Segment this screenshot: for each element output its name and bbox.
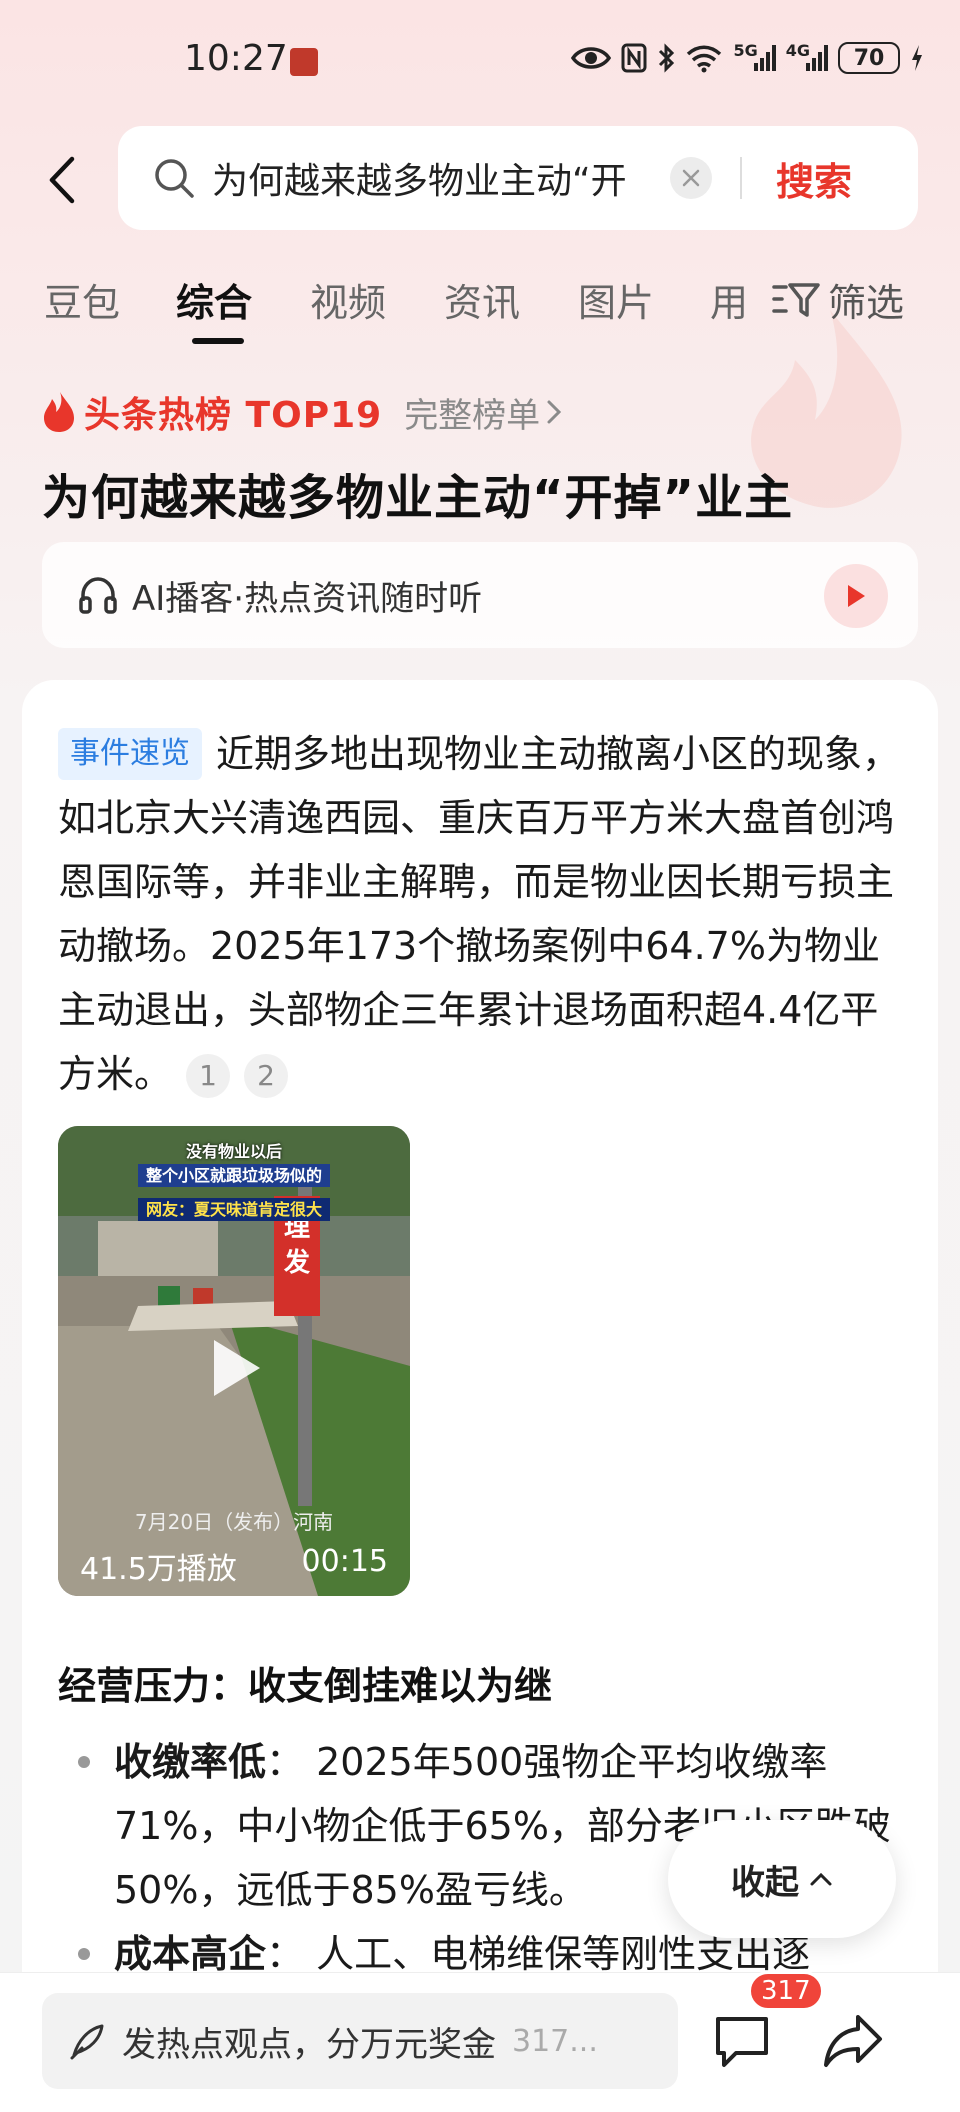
app-notification-icon bbox=[290, 48, 318, 76]
chevron-up-icon bbox=[810, 1872, 832, 1886]
flame-icon bbox=[44, 392, 74, 432]
tab-video[interactable]: 视频 bbox=[310, 272, 386, 327]
video-views: 41.5万播放 bbox=[80, 1552, 237, 1587]
video-caption-2: 整个小区就跟垃圾场似的 bbox=[58, 1162, 410, 1187]
status-bar: 10:27 5G 4G 70 bbox=[0, 0, 960, 120]
chevron-left-icon bbox=[49, 156, 75, 204]
video-duration: 00:15 bbox=[301, 1544, 388, 1579]
video-play-icon[interactable] bbox=[208, 1336, 264, 1400]
reference-1[interactable]: 1 bbox=[186, 1054, 231, 1098]
back-button[interactable] bbox=[36, 150, 86, 210]
active-tab-indicator bbox=[192, 338, 244, 344]
filter-button[interactable]: 筛选 bbox=[772, 272, 904, 327]
bluetooth-icon bbox=[659, 43, 675, 73]
podcast-play-button[interactable] bbox=[824, 564, 888, 628]
play-icon bbox=[848, 585, 865, 607]
video-caption-3: 网友：夏天味道肯定很大 bbox=[58, 1196, 410, 1221]
search-button[interactable]: 搜索 bbox=[776, 151, 852, 206]
search-input[interactable]: 为何越来越多物业主动“开 bbox=[212, 152, 662, 204]
comment-icon[interactable] bbox=[712, 2011, 772, 2071]
video-thumbnail[interactable]: 理 发 没有物业以后 整个小区就跟垃圾场似的 网友：夏天味道肯定很大 7月20日… bbox=[58, 1126, 410, 1596]
close-icon bbox=[682, 169, 700, 187]
full-list-link[interactable]: 完整榜单 bbox=[404, 388, 562, 437]
search-divider bbox=[740, 157, 742, 199]
bullet-text: ： 人工、电梯维保等刚性支出逐 bbox=[266, 1932, 811, 1976]
bullet-dot bbox=[78, 1756, 90, 1768]
signal-4g-icon: 4G bbox=[786, 41, 828, 71]
filter-label: 筛选 bbox=[828, 281, 905, 325]
comment-count: 317... bbox=[512, 2023, 598, 2059]
comment-placeholder: 发热点观点，分万元奖金 bbox=[122, 2024, 496, 2065]
search-row: 为何越来越多物业主动“开 搜索 bbox=[0, 124, 960, 234]
status-time: 10:27 bbox=[184, 38, 288, 79]
event-tag: 事件速览 bbox=[58, 728, 202, 780]
full-list-label: 完整榜单 bbox=[404, 395, 541, 436]
reference-2[interactable]: 2 bbox=[244, 1054, 289, 1098]
collapse-button[interactable]: 收起 bbox=[668, 1820, 896, 1938]
bullet-heading: 收缴率低 bbox=[114, 1740, 267, 1784]
headphones-icon bbox=[79, 577, 117, 614]
eye-icon bbox=[571, 47, 612, 69]
svg-text:发: 发 bbox=[283, 1247, 310, 1278]
video-date-location: 7月20日（发布）河南 bbox=[134, 1510, 334, 1534]
comment-count-badge: 317 bbox=[748, 1971, 824, 2011]
search-box[interactable]: 为何越来越多物业主动“开 搜索 bbox=[118, 126, 918, 230]
search-tabs: 豆包 综合 视频 资讯 图片 用 筛选 bbox=[0, 262, 960, 352]
video-caption-3-text: 网友：夏天味道肯定很大 bbox=[137, 1198, 330, 1221]
bullet-dot bbox=[78, 1948, 90, 1960]
comment-input[interactable]: 发热点观点，分万元奖金 317... bbox=[42, 1993, 678, 2089]
collapse-label: 收起 bbox=[731, 1862, 799, 1903]
page-title: 为何越来越多物业主动“开掉”业主 bbox=[42, 470, 794, 526]
tab-images[interactable]: 图片 bbox=[578, 272, 654, 327]
share-icon[interactable] bbox=[822, 2011, 884, 2071]
section-title: 经营压力：收支倒挂难以为继 bbox=[58, 1664, 553, 1708]
signal-5g-icon: 5G bbox=[733, 41, 776, 71]
net-4g-label: 4G bbox=[785, 40, 810, 60]
video-caption-2-text: 整个小区就跟垃圾场似的 bbox=[137, 1164, 330, 1187]
nfc-icon bbox=[621, 43, 647, 73]
chevron-right-icon bbox=[547, 400, 562, 424]
ai-podcast-bar[interactable]: AI播客·热点资讯随时听 bbox=[42, 542, 918, 648]
search-icon bbox=[155, 159, 194, 198]
summary-text: 近期多地出现物业主动撤离小区的现象，如北京大兴清逸西园、重庆百万平方米大盘首创鸿… bbox=[58, 732, 901, 1096]
hot-rank-label[interactable]: 头条热榜 TOP19 bbox=[84, 386, 382, 438]
tab-users[interactable]: 用 bbox=[710, 272, 748, 327]
status-icons: 5G 4G 70 bbox=[571, 41, 924, 74]
bullet-heading: 成本高企 bbox=[114, 1932, 267, 1976]
ai-podcast-label: AI播客·热点资讯随时听 bbox=[132, 578, 483, 619]
bottom-bar: 发热点观点，分万元奖金 317... 317 bbox=[0, 1971, 960, 2112]
video-caption-1: 没有物业以后 bbox=[185, 1142, 282, 1161]
charging-icon bbox=[912, 45, 922, 71]
battery-indicator: 70 bbox=[838, 42, 900, 74]
wifi-icon bbox=[687, 45, 722, 73]
hot-list-row: 头条热榜 TOP19 完整榜单 bbox=[42, 386, 562, 438]
tab-comprehensive[interactable]: 综合 bbox=[176, 272, 252, 327]
tab-news[interactable]: 资讯 bbox=[444, 272, 520, 327]
pen-icon bbox=[70, 2024, 104, 2060]
event-summary: 事件速览 近期多地出现物业主动撤离小区的现象，如北京大兴清逸西园、重庆百万平方米大… bbox=[58, 722, 908, 1106]
tab-doubao[interactable]: 豆包 bbox=[44, 272, 120, 327]
filter-icon bbox=[772, 282, 820, 317]
net-5g-label: 5G bbox=[733, 40, 758, 60]
clear-search-button[interactable] bbox=[670, 157, 712, 199]
